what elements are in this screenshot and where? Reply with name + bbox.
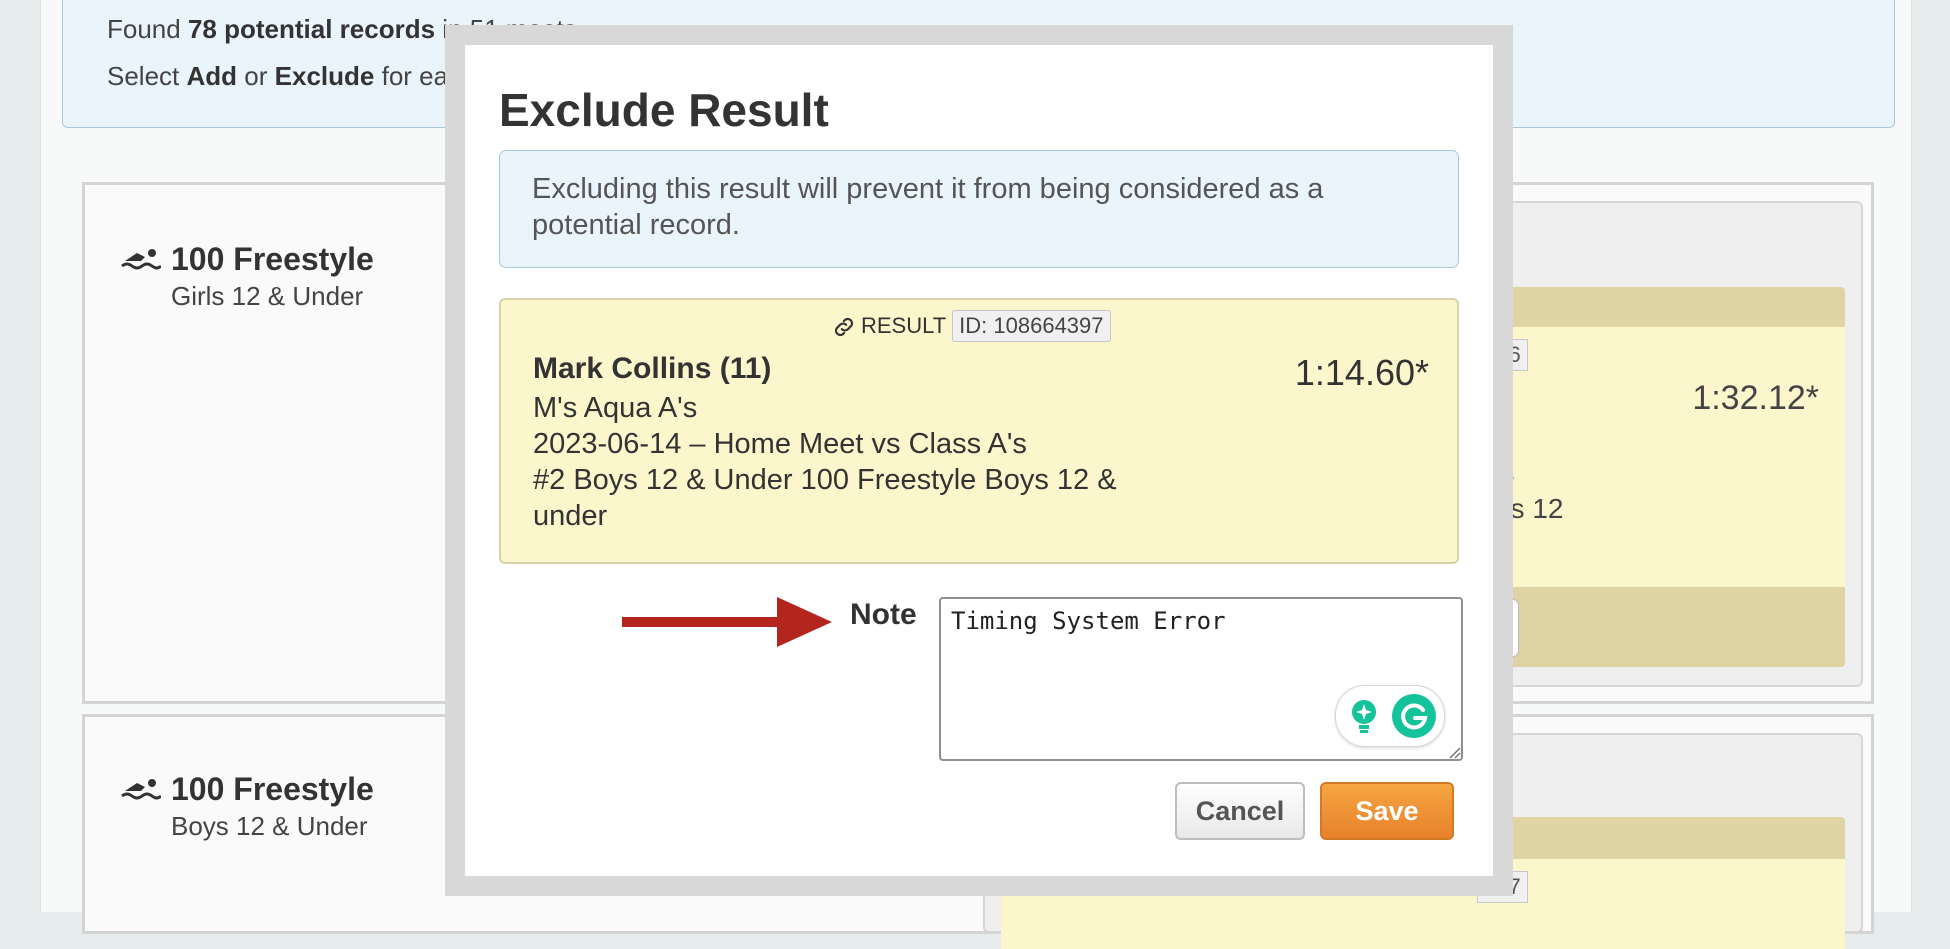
event-title: 100 Freestyle: [171, 241, 374, 277]
select-instructions-text: Select Add or Exclude for each: [107, 61, 476, 91]
exclude-result-dialog: Exclude Result Excluding this result wil…: [465, 45, 1493, 876]
grammarly-logo-icon[interactable]: [1392, 694, 1436, 738]
result-meet: 2023-06-14 – Home Meet vs Class A's: [533, 428, 1027, 460]
info-message: Excluding this result will prevent it fr…: [499, 150, 1459, 268]
result-details: M's Aqua A's 2023-06-14 – Home Meet vs C…: [533, 390, 1173, 534]
swimmer-name: Mark Collins (11): [533, 352, 772, 385]
swimmer-icon: [121, 779, 161, 800]
lightbulb-icon[interactable]: [1348, 698, 1380, 734]
result-id-badge: ID: 108664397: [952, 310, 1111, 342]
result-card: RESULT ID: 108664397 Mark Collins (11) 1:…: [499, 298, 1459, 564]
result-event: #2 Boys 12 & Under 100 Freestyle Boys 12…: [533, 464, 1117, 532]
grammarly-widget[interactable]: [1335, 685, 1445, 747]
result-label: RESULT: [861, 313, 947, 338]
event-title: 100 Freestyle: [171, 771, 374, 807]
save-button[interactable]: Save: [1320, 782, 1454, 840]
modal-overlay-frame: Exclude Result Excluding this result wil…: [445, 25, 1513, 896]
event-subtitle: Boys 12 & Under: [171, 811, 368, 841]
cancel-button[interactable]: Cancel: [1175, 782, 1305, 840]
swimmer-icon: [121, 249, 161, 270]
link-icon[interactable]: [831, 314, 857, 340]
note-label: Note: [850, 598, 917, 631]
arrow-annotation-icon: [622, 597, 832, 647]
result-team: M's Aqua A's: [533, 392, 698, 424]
event-subtitle: Girls 12 & Under: [171, 281, 364, 311]
resize-handle-icon[interactable]: [1447, 745, 1461, 759]
dialog-title: Exclude Result: [499, 84, 829, 136]
result-time: 1:14.60*: [1294, 352, 1429, 393]
record-time: 1:32.12*: [1692, 379, 1819, 417]
result-header: RESULT ID: 108664397: [831, 310, 1111, 342]
